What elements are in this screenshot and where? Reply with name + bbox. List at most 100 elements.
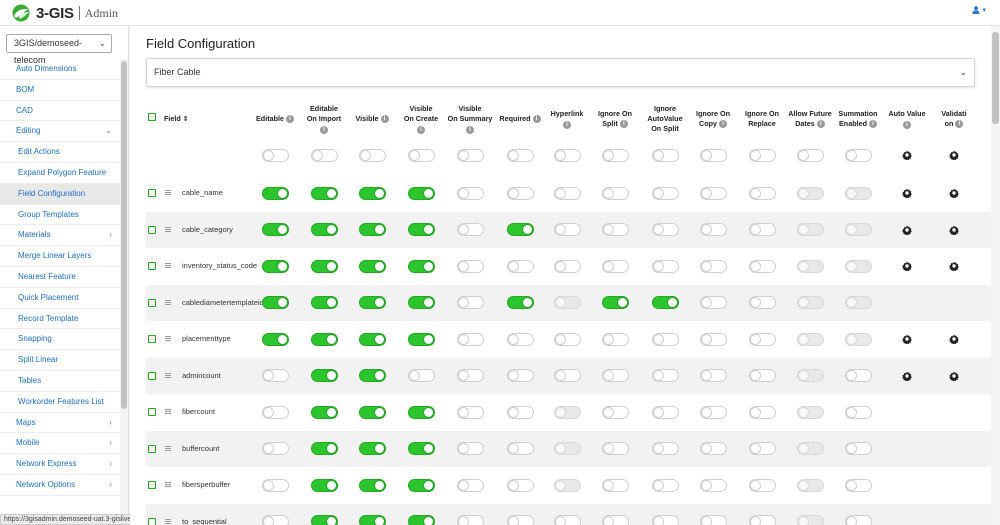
toggle-editable[interactable]: [261, 332, 289, 346]
drag-handle-icon[interactable]: [165, 190, 171, 196]
toggle-ignore-on-copy[interactable]: [699, 478, 727, 492]
toggle-visible[interactable]: [358, 223, 386, 237]
sidebar-scrollbar-thumb[interactable]: [121, 61, 127, 409]
sidebar-item[interactable]: Workorder Features List: [0, 392, 120, 413]
toggle-editable-on-import[interactable]: [310, 186, 338, 200]
info-icon[interactable]: i: [417, 125, 425, 134]
toggle-ignore-on-split[interactable]: [601, 148, 629, 162]
toggle-required[interactable]: [506, 405, 534, 419]
sidebar-item[interactable]: Edit Actions: [0, 142, 120, 163]
row-checkbox[interactable]: [148, 444, 156, 453]
toggle-summation-enabled[interactable]: [844, 442, 872, 456]
toggle-required[interactable]: [506, 478, 534, 492]
gear-icon[interactable]: [902, 188, 912, 199]
toggle-ignore-on-split[interactable]: [601, 442, 629, 456]
info-icon[interactable]: i: [563, 120, 571, 129]
toggle-ignore-on-replace[interactable]: [748, 332, 776, 346]
info-icon[interactable]: i: [320, 125, 328, 134]
toggle-editable[interactable]: [261, 515, 289, 525]
toggle-summation-enabled[interactable]: [844, 405, 872, 419]
toggle-ignore-autovalue-on-split[interactable]: [651, 478, 679, 492]
toggle-editable-on-import[interactable]: [310, 332, 338, 346]
toggle-hyperlink[interactable]: [553, 223, 581, 237]
toggle-ignore-on-replace[interactable]: [748, 186, 776, 200]
toggle-editable-on-import[interactable]: [310, 405, 338, 419]
toggle-ignore-on-replace[interactable]: [748, 515, 776, 525]
toggle-visible-on-create[interactable]: [407, 259, 435, 273]
toggle-visible-on-summary[interactable]: [456, 259, 484, 273]
sidebar-item[interactable]: Network Express ‹: [0, 454, 120, 475]
toggle-ignore-autovalue-on-split[interactable]: [651, 369, 679, 383]
sidebar-item[interactable]: Merge Linear Layers: [0, 246, 120, 267]
info-icon[interactable]: i: [532, 115, 541, 124]
toggle-required[interactable]: [506, 186, 534, 200]
toggle-visible[interactable]: [358, 478, 386, 492]
toggle-allow-future-dates[interactable]: [796, 148, 824, 162]
toggle-editable-on-import[interactable]: [310, 296, 338, 310]
drag-handle-icon[interactable]: [165, 299, 171, 305]
info-icon[interactable]: i: [619, 120, 628, 129]
info-icon[interactable]: i: [285, 115, 294, 124]
toggle-required[interactable]: [506, 296, 534, 310]
toggle-visible-on-create[interactable]: [407, 515, 435, 525]
toggle-ignore-on-replace[interactable]: [748, 442, 776, 456]
drag-handle-icon[interactable]: [165, 226, 171, 232]
toggle-visible[interactable]: [358, 369, 386, 383]
sidebar-item[interactable]: Snapping: [0, 329, 120, 351]
column-header-field[interactable]: Field ⇕: [164, 99, 204, 139]
toggle-ignore-on-split[interactable]: [601, 223, 629, 237]
sidebar-item[interactable]: Tables: [0, 371, 120, 392]
toggle-hyperlink[interactable]: [553, 515, 581, 525]
toggle-visible-on-summary[interactable]: [456, 515, 484, 525]
toggle-visible[interactable]: [358, 296, 386, 310]
toggle-ignore-on-copy[interactable]: [699, 515, 727, 525]
toggle-required[interactable]: [506, 223, 534, 237]
toggle-visible-on-summary[interactable]: [456, 405, 484, 419]
sidebar-item[interactable]: Field Configuration: [0, 183, 120, 205]
toggle-visible[interactable]: [358, 515, 386, 525]
info-icon[interactable]: i: [816, 120, 825, 129]
toggle-editable[interactable]: [261, 442, 289, 456]
toggle-ignore-on-replace[interactable]: [748, 223, 776, 237]
toggle-ignore-autovalue-on-split[interactable]: [651, 296, 679, 310]
sidebar-item[interactable]: Nearest Feature: [0, 267, 120, 288]
toggle-editable[interactable]: [261, 478, 289, 492]
toggle-ignore-on-copy[interactable]: [699, 148, 727, 162]
toggle-visible-on-create[interactable]: [407, 223, 435, 237]
toggle-hyperlink[interactable]: [553, 332, 581, 346]
sidebar-item[interactable]: Network Options ‹: [0, 475, 120, 496]
toggle-ignore-on-split[interactable]: [601, 369, 629, 383]
sidebar-item[interactable]: Quick Placement: [0, 288, 120, 309]
toggle-visible-on-create[interactable]: [407, 186, 435, 200]
info-icon[interactable]: i: [718, 120, 727, 129]
gear-icon[interactable]: [902, 371, 912, 381]
toggle-summation-enabled[interactable]: [844, 478, 872, 492]
toggle-summation-enabled[interactable]: [844, 148, 872, 162]
row-checkbox[interactable]: [148, 189, 156, 198]
sidebar-item[interactable]: Mobile ‹: [0, 433, 120, 455]
toggle-visible[interactable]: [358, 332, 386, 346]
toggle-visible[interactable]: [358, 148, 386, 162]
sidebar-item[interactable]: Split Linear: [0, 350, 120, 371]
toggle-ignore-on-replace[interactable]: [748, 296, 776, 310]
row-checkbox[interactable]: [148, 298, 156, 307]
toggle-visible-on-summary[interactable]: [456, 296, 484, 310]
toggle-required[interactable]: [506, 442, 534, 456]
toggle-editable-on-import[interactable]: [310, 515, 338, 525]
sidebar-item[interactable]: Auto Dimensions: [0, 59, 120, 80]
toggle-visible-on-summary[interactable]: [456, 332, 484, 346]
main-scrollbar[interactable]: [991, 26, 1000, 525]
toggle-visible[interactable]: [358, 405, 386, 419]
row-checkbox[interactable]: [148, 481, 156, 490]
toggle-ignore-on-copy[interactable]: [699, 405, 727, 419]
drag-handle-icon[interactable]: [165, 409, 171, 415]
toggle-ignore-on-copy[interactable]: [699, 259, 727, 273]
toggle-visible-on-create[interactable]: [407, 148, 435, 162]
toggle-ignore-autovalue-on-split[interactable]: [651, 332, 679, 346]
sidebar-item[interactable]: Expand Polygon Feature: [0, 163, 120, 184]
toggle-editable[interactable]: [261, 405, 289, 419]
drag-handle-icon[interactable]: [165, 518, 171, 524]
toggle-ignore-on-copy[interactable]: [699, 442, 727, 456]
sidebar-item[interactable]: BOM: [0, 80, 120, 101]
row-checkbox[interactable]: [148, 371, 156, 380]
